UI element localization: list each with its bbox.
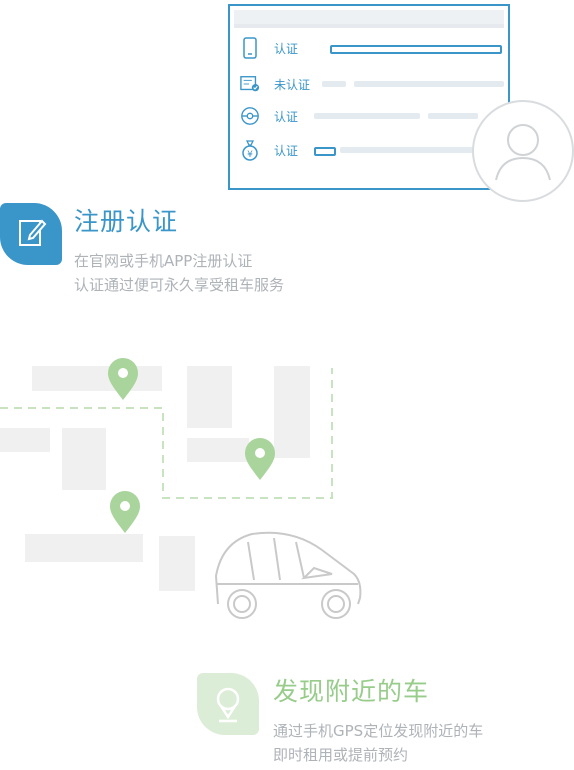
description-line: 在官网或手机APP注册认证	[74, 252, 253, 270]
card-row-id: 未认证	[240, 72, 314, 96]
map-block	[159, 536, 195, 591]
verification-card: 认证 未认证 认证 ¥ 认证	[228, 4, 510, 190]
section-description: 在官网或手机APP注册认证 认证通过便可永久享受租车服务	[74, 249, 284, 297]
row-label: 认证	[274, 41, 299, 56]
register-icon-tile	[0, 203, 62, 265]
edit-icon	[19, 219, 47, 246]
car-icon	[214, 531, 362, 619]
map-block	[25, 534, 143, 562]
placeholder-bar	[428, 113, 478, 119]
location-pin-icon	[245, 438, 275, 480]
user-icon	[495, 124, 551, 181]
nearby-icon-tile	[197, 673, 259, 735]
id-card-icon	[240, 74, 260, 94]
svg-text:¥: ¥	[247, 150, 253, 160]
description-line: 认证通过便可永久享受租车服务	[74, 276, 285, 294]
steering-wheel-icon	[240, 106, 260, 126]
row-label: 未认证	[274, 77, 311, 92]
card-header-bar	[234, 10, 504, 24]
progress-bar	[314, 147, 336, 156]
card-row-deposit: ¥ 认证	[240, 138, 314, 162]
placeholder-bar	[340, 147, 474, 153]
location-pin-icon	[110, 491, 140, 533]
phone-icon	[240, 37, 260, 59]
location-pin-icon	[108, 358, 138, 400]
progress-bar	[330, 45, 502, 54]
section-title: 注册认证	[74, 207, 179, 236]
section-title: 发现附近的车	[273, 677, 430, 706]
card-header-line	[234, 24, 504, 28]
description-line: 通过手机GPS定位发现附近的车	[273, 722, 484, 740]
money-bag-icon: ¥	[240, 140, 260, 161]
location-icon	[216, 687, 240, 723]
placeholder-bar	[322, 81, 346, 87]
route-lines	[0, 368, 333, 499]
card-row-license: 认证	[240, 104, 314, 128]
avatar	[472, 100, 574, 202]
row-label: 认证	[274, 109, 299, 124]
description-line: 即时租用或提前预约	[273, 746, 409, 764]
section-description: 通过手机GPS定位发现附近的车 即时租用或提前预约	[273, 719, 483, 767]
placeholder-bar	[354, 81, 504, 87]
row-label: 认证	[274, 143, 299, 158]
placeholder-bar	[314, 113, 420, 119]
card-row-phone: 认证	[240, 36, 314, 60]
